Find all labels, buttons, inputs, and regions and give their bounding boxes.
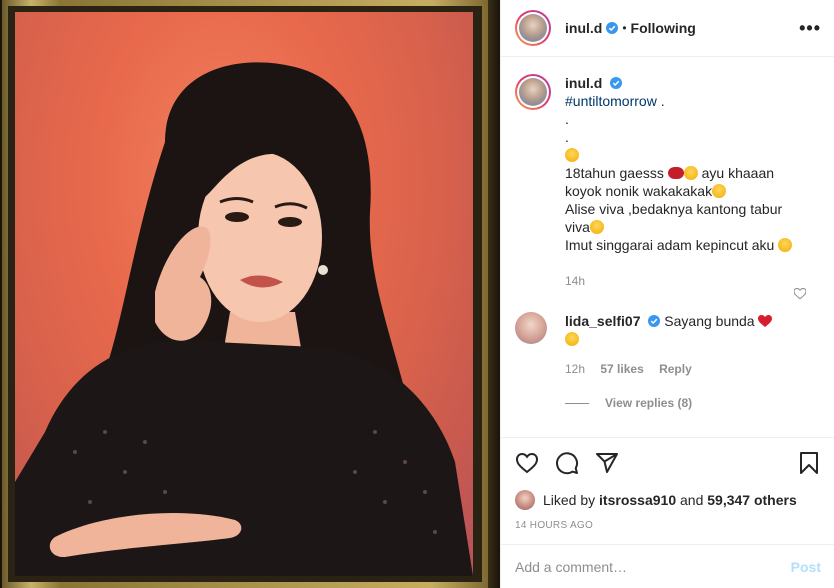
caption-text: .	[565, 111, 569, 127]
instagram-post: inul.d • Following ••• inul.d #untiltomo…	[0, 0, 834, 588]
more-options-icon[interactable]: •••	[799, 18, 821, 39]
verified-badge-icon	[606, 22, 619, 34]
comment-input[interactable]	[515, 558, 791, 575]
share-icon[interactable]	[595, 451, 619, 475]
header-separator: •	[622, 21, 627, 35]
following-button[interactable]: Following	[631, 20, 696, 36]
verified-badge-icon	[648, 315, 661, 327]
laughing-emoji-icon	[589, 220, 604, 234]
likes-summary: Liked by itsrossa910 and 59,347 others	[515, 490, 821, 510]
laughing-emoji-icon	[712, 184, 727, 198]
lips-emoji-icon	[667, 167, 684, 179]
caption-text: 18tahun gaesss	[565, 165, 664, 181]
comment-likes[interactable]: 57 likes	[600, 362, 643, 376]
commenter-username[interactable]: lida_selfi07	[565, 313, 641, 329]
caption-text: ayu khaaan	[701, 165, 775, 181]
comment-text: Sayang bunda	[664, 313, 755, 329]
post-comment-button[interactable]: Post	[791, 559, 821, 575]
caption-text: viva	[565, 219, 590, 235]
laughing-emoji-icon	[683, 166, 698, 180]
caption-timestamp[interactable]: 14h	[565, 272, 792, 290]
comments-area[interactable]: inul.d #untiltomorrow . . . 18tahun gaes…	[501, 58, 834, 436]
liker-username[interactable]: itsrossa910	[599, 492, 676, 508]
laughing-emoji-icon	[778, 238, 793, 252]
caption-text: .	[656, 93, 665, 109]
caption-text: Imut singgarai adam kepincut aku	[565, 237, 775, 253]
post-caption: inul.d #untiltomorrow . . . 18tahun gaes…	[515, 74, 821, 290]
hashtag-link[interactable]: #untiltomorrow	[565, 93, 657, 109]
commenter-avatar[interactable]	[515, 312, 547, 344]
liker-avatar[interactable]	[515, 490, 535, 510]
post-timestamp[interactable]: 14 HOURS AGO	[515, 520, 821, 531]
author-username[interactable]: inul.d	[565, 20, 602, 36]
post-header: inul.d • Following •••	[501, 0, 834, 57]
portrait-image	[15, 12, 473, 576]
caption-text: koyok nonik wakakakak	[565, 183, 713, 199]
author-avatar[interactable]	[515, 10, 551, 46]
verified-badge-icon	[610, 77, 623, 89]
red-heart-emoji-icon	[758, 315, 773, 327]
post-side-panel: inul.d • Following ••• inul.d #untiltomo…	[500, 0, 834, 588]
like-comment-heart-icon[interactable]	[794, 288, 806, 300]
caption-avatar[interactable]	[515, 74, 551, 110]
likes-count[interactable]: 59,347 others	[707, 492, 797, 508]
caption-text: .	[565, 129, 569, 145]
heart-icon[interactable]	[515, 451, 539, 475]
comment-timestamp[interactable]: 12h	[565, 362, 585, 376]
bookmark-icon[interactable]	[797, 451, 821, 475]
wink-emoji-icon	[565, 148, 579, 162]
comment-icon[interactable]	[555, 451, 579, 475]
caption-username[interactable]: inul.d	[565, 75, 602, 91]
comment-item: lida_selfi07 Sayang bunda 12h 57 likes R…	[515, 312, 821, 378]
post-actions: Liked by itsrossa910 and 59,347 others 1…	[501, 437, 834, 531]
view-replies-button[interactable]: View replies (8)	[565, 396, 821, 410]
kiss-emoji-icon	[565, 332, 579, 346]
post-photo[interactable]	[0, 0, 500, 588]
caption-text: Alise viva ,bedaknya kantong tabur	[565, 201, 783, 217]
reply-button[interactable]: Reply	[659, 362, 692, 376]
add-comment-bar: Post	[501, 544, 834, 588]
